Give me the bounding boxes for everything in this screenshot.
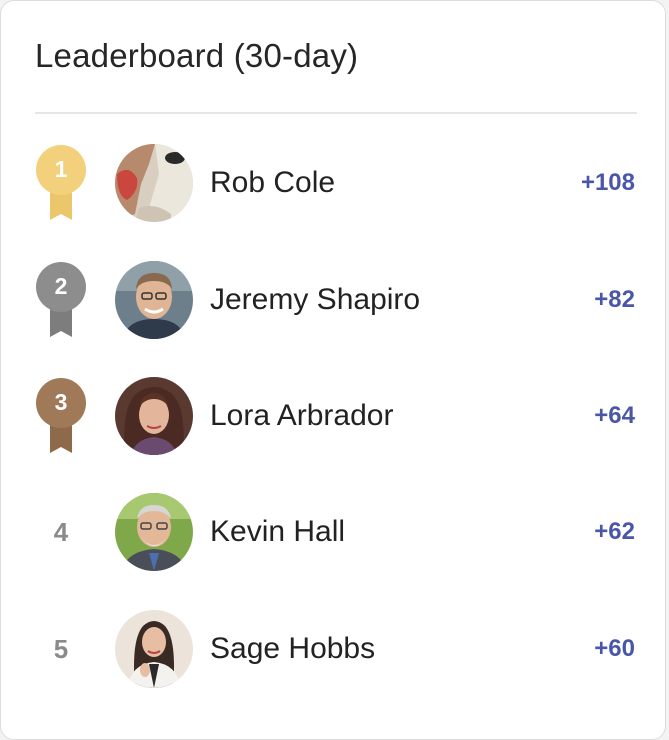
avatar[interactable] [115, 493, 193, 571]
points-value: +62 [594, 518, 635, 545]
rank-number: 2 [54, 273, 68, 299]
avatar[interactable] [115, 610, 193, 688]
silver-medal-icon: 2 [34, 261, 88, 341]
bronze-medal-icon: 3 [34, 377, 88, 457]
user-name[interactable]: Jeremy Shapiro [210, 283, 420, 317]
user-name[interactable]: Kevin Hall [210, 515, 345, 549]
points-value: +64 [594, 402, 635, 429]
avatar[interactable] [115, 144, 193, 222]
rank-badge: 4 [34, 493, 88, 573]
leaderboard-row[interactable]: 5 Sage Hobbs +60 [1, 610, 667, 710]
rank-number: 5 [53, 634, 69, 664]
rank-number: 3 [54, 389, 68, 415]
leaderboard-row[interactable]: 1 Rob Cole +108 [1, 144, 667, 244]
points-value: +82 [594, 286, 635, 313]
leaderboard-title: Leaderboard (30-day) [35, 37, 359, 74]
user-name[interactable]: Rob Cole [210, 166, 335, 200]
points-value: +108 [580, 169, 635, 196]
rank-number: 1 [54, 156, 68, 182]
user-name[interactable]: Lora Arbrador [210, 399, 393, 433]
avatar[interactable] [115, 261, 193, 339]
points-value: +60 [594, 635, 635, 662]
user-name[interactable]: Sage Hobbs [210, 632, 375, 666]
leaderboard-card: Leaderboard (30-day) 1 Rob Cole +108 2 J… [0, 0, 666, 740]
leaderboard-row[interactable]: 3 Lora Arbrador +64 [1, 377, 667, 477]
gold-medal-icon: 1 [34, 144, 88, 224]
divider [35, 112, 637, 114]
rank-badge: 5 [34, 610, 88, 690]
rank-number: 4 [53, 517, 69, 547]
leaderboard-row[interactable]: 2 Jeremy Shapiro +82 [1, 261, 667, 361]
leaderboard-row[interactable]: 4 Kevin Hall +62 [1, 493, 667, 593]
avatar[interactable] [115, 377, 193, 455]
